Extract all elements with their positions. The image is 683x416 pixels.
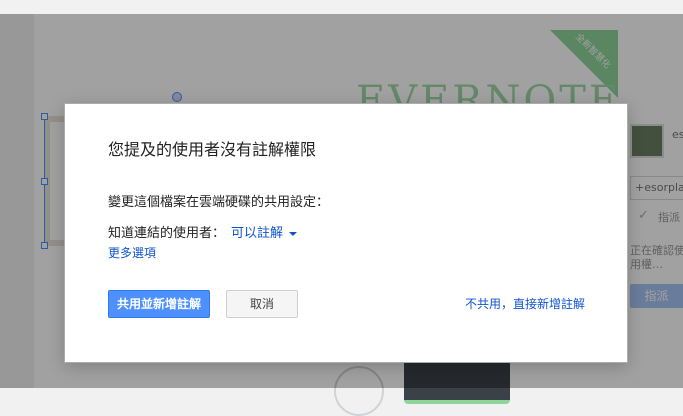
- permission-dialog: 您提及的使用者沒有註解權限 變更這個檔案在雲端硬碟的共用設定： 知道連結的使用者…: [64, 103, 628, 363]
- share-and-comment-button[interactable]: 共用並新增註解: [108, 290, 210, 318]
- top-bar: [0, 0, 683, 14]
- more-options-link[interactable]: 更多選項: [108, 244, 156, 261]
- comment-without-sharing-link[interactable]: 不共用，直接新增註解: [465, 295, 585, 312]
- chevron-down-icon: [289, 231, 298, 236]
- dialog-description: 變更這個檔案在雲端硬碟的共用設定：: [108, 195, 330, 210]
- cancel-button[interactable]: 取消: [226, 290, 298, 318]
- link-users-label: 知道連結的使用者：: [108, 226, 226, 241]
- permission-value: 可以註解: [231, 226, 284, 241]
- dialog-title: 您提及的使用者沒有註解權限: [108, 140, 317, 159]
- permission-dropdown[interactable]: 可以註解: [231, 222, 298, 241]
